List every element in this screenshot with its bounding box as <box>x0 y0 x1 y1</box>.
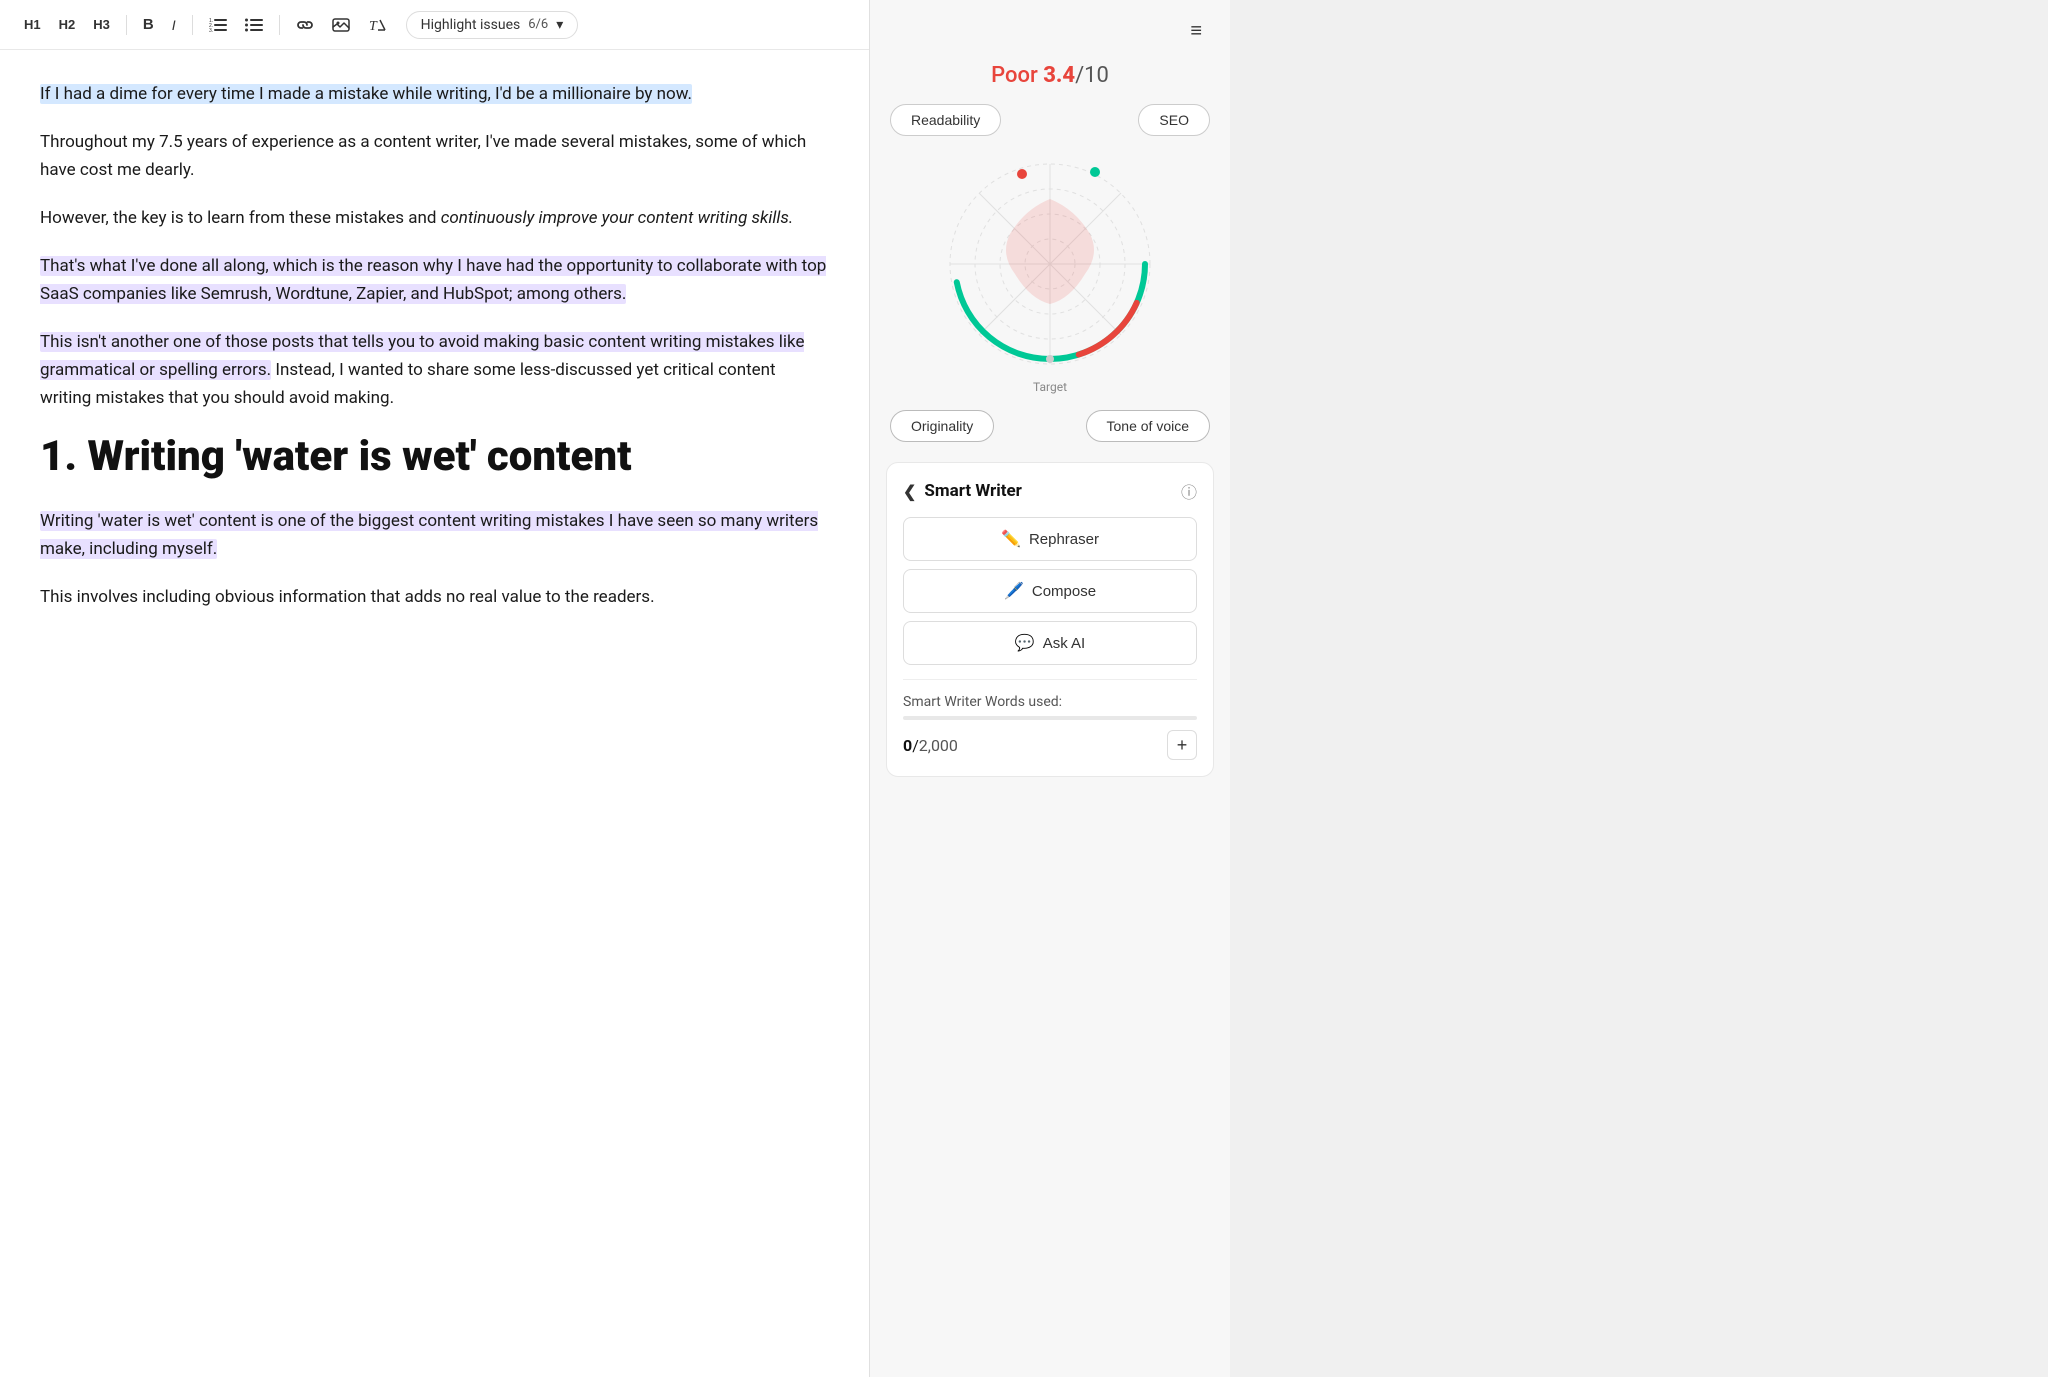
radar-chart-container: Target <box>870 144 1230 410</box>
radar-chart <box>930 144 1170 384</box>
smart-writer-title: ❮ Smart Writer <box>903 481 1022 501</box>
clear-format-button[interactable]: T <box>360 11 394 39</box>
chevron-down-icon: ▾ <box>556 17 563 33</box>
highlight-count: 6/6 <box>528 17 548 32</box>
link-button[interactable] <box>288 11 322 39</box>
score-value: 3.4 <box>1043 63 1075 88</box>
top-metric-buttons: Readability SEO <box>870 104 1230 136</box>
score-max: /10 <box>1075 63 1109 88</box>
add-words-button[interactable]: + <box>1167 730 1197 760</box>
words-count: 0/2,000 <box>903 736 958 755</box>
heading-buttons-group: H1 H2 H3 <box>16 11 118 38</box>
compose-button[interactable]: 🖊️ Compose <box>903 569 1197 613</box>
readability-button[interactable]: Readability <box>890 104 1001 136</box>
smart-writer-section: ❮ Smart Writer ⓘ ✏️ Rephraser 🖊️ Compose… <box>886 462 1214 777</box>
divider-3 <box>279 15 280 35</box>
insert-group: T <box>288 11 394 39</box>
paragraph-4: That's what I've done all along, which i… <box>40 252 829 308</box>
ask-ai-icon: 💬 <box>1015 633 1035 653</box>
ask-ai-button[interactable]: 💬 Ask AI <box>903 621 1197 665</box>
image-button[interactable] <box>324 11 358 39</box>
tone-of-voice-button[interactable]: Tone of voice <box>1086 410 1211 442</box>
words-progress-bar <box>903 716 1197 720</box>
editor-panel: H1 H2 H3 B I 1. 2. 3. <box>0 0 870 1377</box>
rephraser-label: Rephraser <box>1029 531 1099 548</box>
highlight-blue-1: If I had a dime for every time I made a … <box>40 84 692 104</box>
compose-label: Compose <box>1032 583 1096 600</box>
analytics-panel: ≡ Poor 3.4/10 Readability SEO <box>870 0 1230 1377</box>
text-format-group: B I <box>135 10 184 39</box>
paragraph-5: This isn't another one of those posts th… <box>40 328 829 412</box>
svg-text:3.: 3. <box>209 28 213 33</box>
seo-button[interactable]: SEO <box>1138 104 1210 136</box>
words-used-value: 0 <box>903 736 912 755</box>
heading-1: 1. Writing 'water is wet' content <box>40 432 829 482</box>
highlight-issues-dropdown[interactable]: Highlight issues 6/6 ▾ <box>406 11 579 39</box>
bottom-metric-buttons: Originality Tone of voice <box>870 410 1230 462</box>
h3-button[interactable]: H3 <box>85 11 118 38</box>
score-section: Poor 3.4/10 <box>870 55 1230 104</box>
paragraph-6: Writing 'water is wet' content is one of… <box>40 507 829 563</box>
highlight-purple-3: Writing 'water is wet' content is one of… <box>40 511 818 559</box>
ordered-list-button[interactable]: 1. 2. 3. <box>201 11 235 39</box>
target-label: Target <box>1033 380 1067 394</box>
italic-button[interactable]: I <box>164 11 184 39</box>
score-label: Poor <box>991 63 1038 88</box>
compose-icon: 🖊️ <box>1004 581 1024 601</box>
highlight-purple-2: This isn't another one of those posts th… <box>40 332 804 380</box>
originality-button[interactable]: Originality <box>890 410 994 442</box>
bold-button[interactable]: B <box>135 10 162 39</box>
collapse-icon[interactable]: ❮ <box>903 482 916 501</box>
divider-1 <box>126 15 127 35</box>
words-total-value: 2,000 <box>919 736 958 755</box>
highlight-purple-1: That's what I've done all along, which i… <box>40 256 826 304</box>
words-used-label: Smart Writer Words used: <box>903 694 1197 710</box>
words-count-row: 0/2,000 + <box>903 730 1197 760</box>
highlight-issues-label: Highlight issues <box>421 17 521 33</box>
paragraph-7: This involves including obvious informat… <box>40 583 829 611</box>
smart-writer-label: Smart Writer <box>924 481 1022 501</box>
h2-button[interactable]: H2 <box>51 11 84 38</box>
analytics-header: ≡ <box>870 0 1230 55</box>
paragraph-3: However, the key is to learn from these … <box>40 204 829 232</box>
svg-text:T: T <box>369 19 378 33</box>
paragraph-1: If I had a dime for every time I made a … <box>40 80 829 108</box>
smart-writer-header: ❮ Smart Writer ⓘ <box>903 479 1197 503</box>
rephraser-icon: ✏️ <box>1001 529 1021 549</box>
unordered-list-button[interactable] <box>237 11 271 39</box>
h1-button[interactable]: H1 <box>16 11 49 38</box>
info-icon[interactable]: ⓘ <box>1181 479 1197 503</box>
ask-ai-label: Ask AI <box>1043 635 1086 652</box>
divider-2 <box>192 15 193 35</box>
paragraph-2: Throughout my 7.5 years of experience as… <box>40 128 829 184</box>
editor-content[interactable]: If I had a dime for every time I made a … <box>0 50 869 1377</box>
words-separator: / <box>912 736 919 755</box>
toolbar: H1 H2 H3 B I 1. 2. 3. <box>0 0 869 50</box>
rephraser-button[interactable]: ✏️ Rephraser <box>903 517 1197 561</box>
words-used-section: Smart Writer Words used: 0/2,000 + <box>903 679 1197 760</box>
score-display: Poor 3.4/10 <box>890 63 1210 88</box>
list-buttons-group: 1. 2. 3. <box>201 11 271 39</box>
menu-button[interactable]: ≡ <box>1182 16 1210 47</box>
